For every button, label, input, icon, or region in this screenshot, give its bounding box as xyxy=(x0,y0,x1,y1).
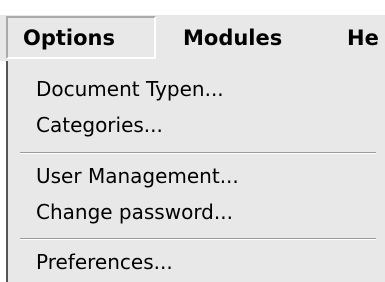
menu-item-preferences[interactable]: Preferences... xyxy=(36,250,173,274)
menu-item-change-password[interactable]: Change password... xyxy=(36,200,233,224)
menu-item-user-management[interactable]: User Management... xyxy=(36,164,239,188)
menu-separator xyxy=(20,238,376,240)
menu-bar: Options Modules He xyxy=(0,15,385,61)
menu-options[interactable]: Options xyxy=(6,16,156,59)
menu-help[interactable]: He xyxy=(347,15,379,61)
menu-item-categories[interactable]: Categories... xyxy=(36,113,163,137)
menu-modules[interactable]: Modules xyxy=(183,15,282,61)
options-dropdown-menu: Document Typen... Categories... User Man… xyxy=(6,61,385,282)
menu-separator xyxy=(20,152,376,154)
menu-item-document-typen[interactable]: Document Typen... xyxy=(36,77,224,101)
app-window: Options Modules He Document Typen... Cat… xyxy=(0,0,385,282)
